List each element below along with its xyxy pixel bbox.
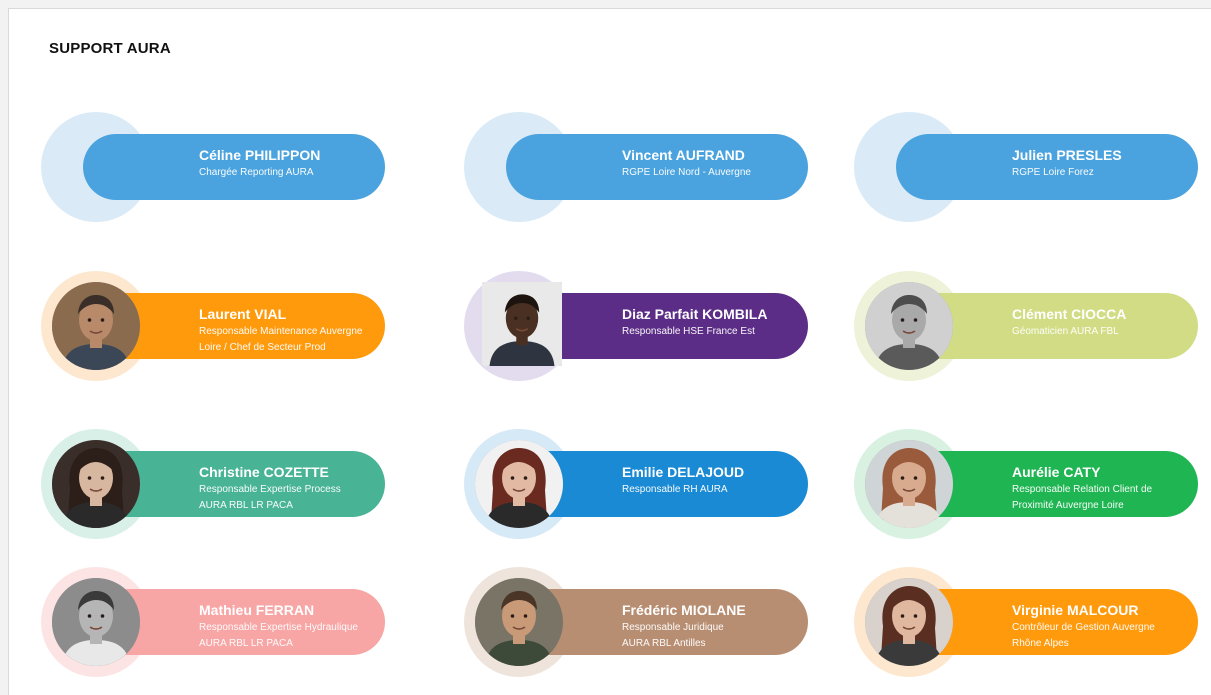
man-photo	[475, 578, 563, 666]
member-name: Laurent VIAL	[199, 306, 287, 322]
member-role: RGPE Loire Forez	[1012, 167, 1094, 178]
member-name: Vincent AUFRAND	[622, 147, 745, 163]
team-member-card: Virginie MALCOUR Contrôleur de Gestion Au…	[854, 567, 1211, 677]
team-member-card: Laurent VIAL Responsable Maintenance Auve…	[41, 271, 401, 381]
team-member-card: Vincent AUFRAND RGPE Loire Nord - Auvergn…	[464, 112, 824, 222]
team-member-card: Christine COZETTE Responsable Expertise P…	[41, 429, 401, 539]
member-name: Diaz Parfait KOMBILA	[622, 306, 768, 322]
avatar	[52, 440, 140, 528]
team-member-card: Aurélie CATY Responsable Relation Client …	[854, 429, 1211, 539]
member-name: Céline PHILIPPON	[199, 147, 321, 163]
team-member-card: Julien PRESLES RGPE Loire Forez	[854, 112, 1211, 222]
team-member-card: Diaz Parfait KOMBILA Responsable HSE Fran…	[464, 271, 824, 381]
man-photo	[52, 282, 140, 370]
member-role: Responsable Relation Client de	[1012, 484, 1153, 495]
member-role: Responsable Expertise Hydraulique	[199, 622, 358, 633]
name-banner: Vincent AUFRAND RGPE Loire Nord - Auvergn…	[506, 134, 808, 200]
avatar	[865, 282, 953, 370]
avatar	[482, 282, 562, 366]
member-role: Proximité Auvergne Loire	[1012, 500, 1124, 511]
member-name: Julien PRESLES	[1012, 147, 1122, 163]
member-name: Virginie MALCOUR	[1012, 602, 1139, 618]
name-banner: Céline PHILIPPON Chargée Reporting AURA	[83, 134, 385, 200]
member-name: Emilie DELAJOUD	[622, 464, 745, 480]
member-role: Loire / Chef de Secteur Prod	[199, 342, 326, 353]
member-name: Clément CIOCCA	[1012, 306, 1127, 322]
member-role: Chargée Reporting AURA	[199, 167, 314, 178]
team-member-card: Clément CIOCCA Géomaticien AURA FBL	[854, 271, 1211, 381]
member-role: Responsable Maintenance Auvergne	[199, 326, 363, 337]
team-member-card: Frédéric MIOLANE Responsable Juridique AUR…	[464, 567, 824, 677]
woman-photo	[475, 440, 563, 528]
man-photo	[865, 282, 953, 370]
member-role: AURA RBL LR PACA	[199, 500, 293, 511]
member-role: Responsable HSE France Est	[622, 326, 755, 337]
member-name: Christine COZETTE	[199, 464, 329, 480]
man-photo	[482, 282, 562, 366]
member-role: Géomaticien AURA FBL	[1012, 326, 1119, 337]
team-member-card: Emilie DELAJOUD Responsable RH AURA	[464, 429, 824, 539]
member-role: Rhône Alpes	[1012, 638, 1069, 649]
woman-photo	[52, 440, 140, 528]
avatar	[52, 578, 140, 666]
member-name: Aurélie CATY	[1012, 464, 1101, 480]
member-role: Contrôleur de Gestion Auvergne	[1012, 622, 1155, 633]
member-role: Responsable Expertise Process	[199, 484, 341, 495]
member-role: RGPE Loire Nord - Auvergne	[622, 167, 751, 178]
avatar	[52, 282, 140, 370]
page-title: SUPPORT AURA	[49, 40, 171, 57]
member-name: Mathieu FERRAN	[199, 602, 315, 618]
member-role: AURA RBL LR PACA	[199, 638, 293, 649]
team-member-card: Céline PHILIPPON Chargée Reporting AURA	[41, 112, 401, 222]
woman-photo	[865, 578, 953, 666]
avatar	[865, 440, 953, 528]
slide-canvas: SUPPORT AURA Céline PHILIPPON Chargée Rep…	[8, 8, 1211, 695]
member-role: Responsable Juridique	[622, 622, 724, 633]
member-role: Responsable RH AURA	[622, 484, 728, 495]
member-role: AURA RBL Antilles	[622, 638, 706, 649]
avatar	[865, 578, 953, 666]
woman-photo	[865, 440, 953, 528]
name-banner: Julien PRESLES RGPE Loire Forez	[896, 134, 1198, 200]
avatar	[475, 440, 563, 528]
team-member-card: Mathieu FERRAN Responsable Expertise Hydr…	[41, 567, 401, 677]
member-name: Frédéric MIOLANE	[622, 602, 746, 618]
avatar	[475, 578, 563, 666]
man-photo	[52, 578, 140, 666]
